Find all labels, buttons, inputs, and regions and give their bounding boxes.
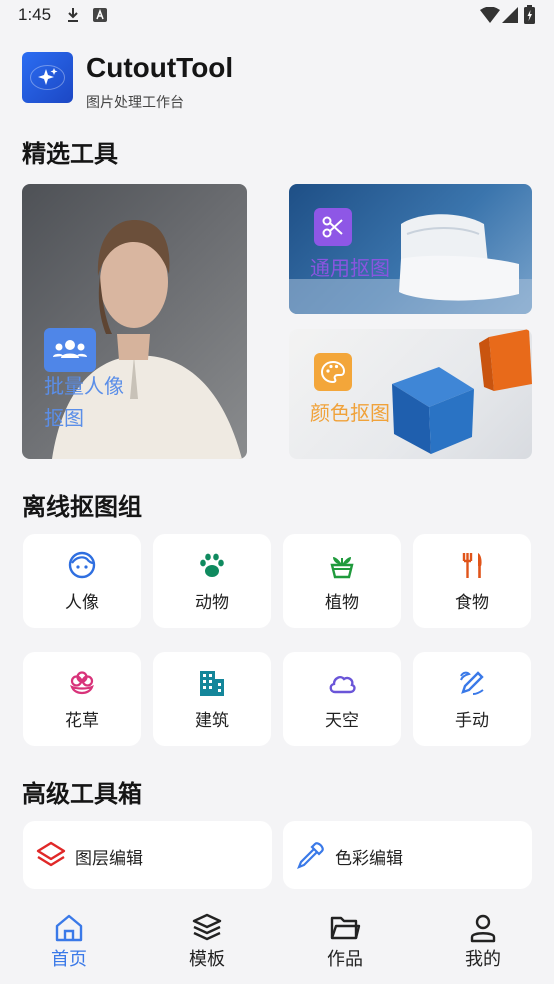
- offline-item-portrait[interactable]: 人像: [23, 534, 141, 628]
- nav-label: 作品: [327, 949, 363, 970]
- home-icon: [55, 914, 83, 942]
- color-cutout-card[interactable]: 颜色抠图: [289, 329, 532, 459]
- folder-icon: [330, 916, 361, 940]
- pen-icon: [460, 671, 484, 695]
- nav-label: 我的: [465, 949, 501, 970]
- layers-icon: [36, 841, 66, 867]
- general-icon-box: [314, 208, 352, 246]
- color-label: 颜色抠图: [310, 401, 390, 425]
- potted-plant-icon: [330, 557, 354, 579]
- offline-item-building[interactable]: 建筑: [153, 652, 271, 746]
- batch-icon-box: [44, 328, 96, 372]
- status-time: 1:45: [18, 5, 52, 24]
- building-icon: [200, 671, 224, 696]
- app-subtitle: 图片处理工作台: [86, 95, 184, 111]
- offline-item-label: 人像: [65, 593, 99, 613]
- person-icon: [470, 914, 496, 943]
- nav-item-templates[interactable]: 模板: [138, 898, 276, 984]
- eyedropper-icon: [297, 842, 324, 869]
- offline-item-food[interactable]: 食物: [413, 534, 531, 628]
- palette-icon: [320, 360, 346, 384]
- offline-item-flower[interactable]: 花草: [23, 652, 141, 746]
- general-label: 通用抠图: [310, 256, 390, 280]
- tool-color-edit[interactable]: 色彩编辑: [283, 821, 532, 889]
- offline-item-sky[interactable]: 天空: [283, 652, 401, 746]
- offline-item-label: 植物: [325, 593, 359, 613]
- bottom-nav: 首页 模板 作品 我的: [0, 898, 554, 984]
- general-cutout-card[interactable]: 通用抠图: [289, 184, 532, 314]
- face-icon: [68, 551, 96, 579]
- color-icon-box: [314, 353, 352, 391]
- offline-item-animal[interactable]: 动物: [153, 534, 271, 628]
- offline-item-label: 建筑: [195, 711, 229, 731]
- sparkle-icon: [30, 65, 65, 90]
- offline-title: 离线抠图组: [22, 493, 142, 521]
- nav-item-home[interactable]: 首页: [0, 898, 138, 984]
- app-header: CutoutTool 图片处理工作台: [22, 52, 422, 112]
- offline-item-plant[interactable]: 植物: [283, 534, 401, 628]
- offline-item-label: 动物: [195, 593, 229, 613]
- battery-icon: [524, 5, 535, 24]
- offline-item-label: 花草: [65, 711, 99, 731]
- nav-item-profile[interactable]: 我的: [414, 898, 552, 984]
- scissors-icon: [322, 216, 343, 238]
- status-bar: 1:45: [0, 0, 554, 30]
- advanced-title: 高级工具箱: [22, 780, 142, 808]
- tool-label: 图层编辑: [75, 849, 143, 869]
- paw-icon: [200, 553, 224, 577]
- keyboard-a-icon: [93, 8, 107, 22]
- app-logo: [22, 52, 73, 103]
- flower-icon: [70, 671, 94, 695]
- batch-label-line1: 批量人像: [44, 374, 124, 398]
- nav-item-works[interactable]: 作品: [276, 898, 414, 984]
- signal-icon: [502, 7, 518, 23]
- cloud-icon: [329, 676, 356, 694]
- offline-item-label: 天空: [325, 711, 359, 731]
- batch-label: 批量人像 抠图: [44, 370, 124, 434]
- nav-label: 模板: [189, 949, 225, 970]
- chair-photo: [289, 214, 532, 314]
- offline-item-label: 食物: [455, 593, 489, 613]
- download-icon: [68, 8, 78, 22]
- group-icon: [53, 340, 87, 358]
- tool-layer-edit[interactable]: 图层编辑: [23, 821, 272, 889]
- batch-label-line2: 抠图: [44, 406, 84, 430]
- batch-portrait-card[interactable]: 批量人像 抠图: [22, 184, 247, 459]
- wifi-icon: [480, 7, 500, 23]
- app-name: CutoutTool: [86, 52, 234, 83]
- offline-item-manual[interactable]: 手动: [413, 652, 531, 746]
- cubes-photo: [392, 329, 532, 454]
- nav-label: 首页: [51, 949, 87, 970]
- featured-title: 精选工具: [22, 140, 118, 168]
- tool-label: 色彩编辑: [335, 849, 403, 869]
- cutlery-icon: [462, 553, 482, 578]
- offline-item-label: 手动: [455, 711, 489, 731]
- stack-icon: [192, 913, 222, 941]
